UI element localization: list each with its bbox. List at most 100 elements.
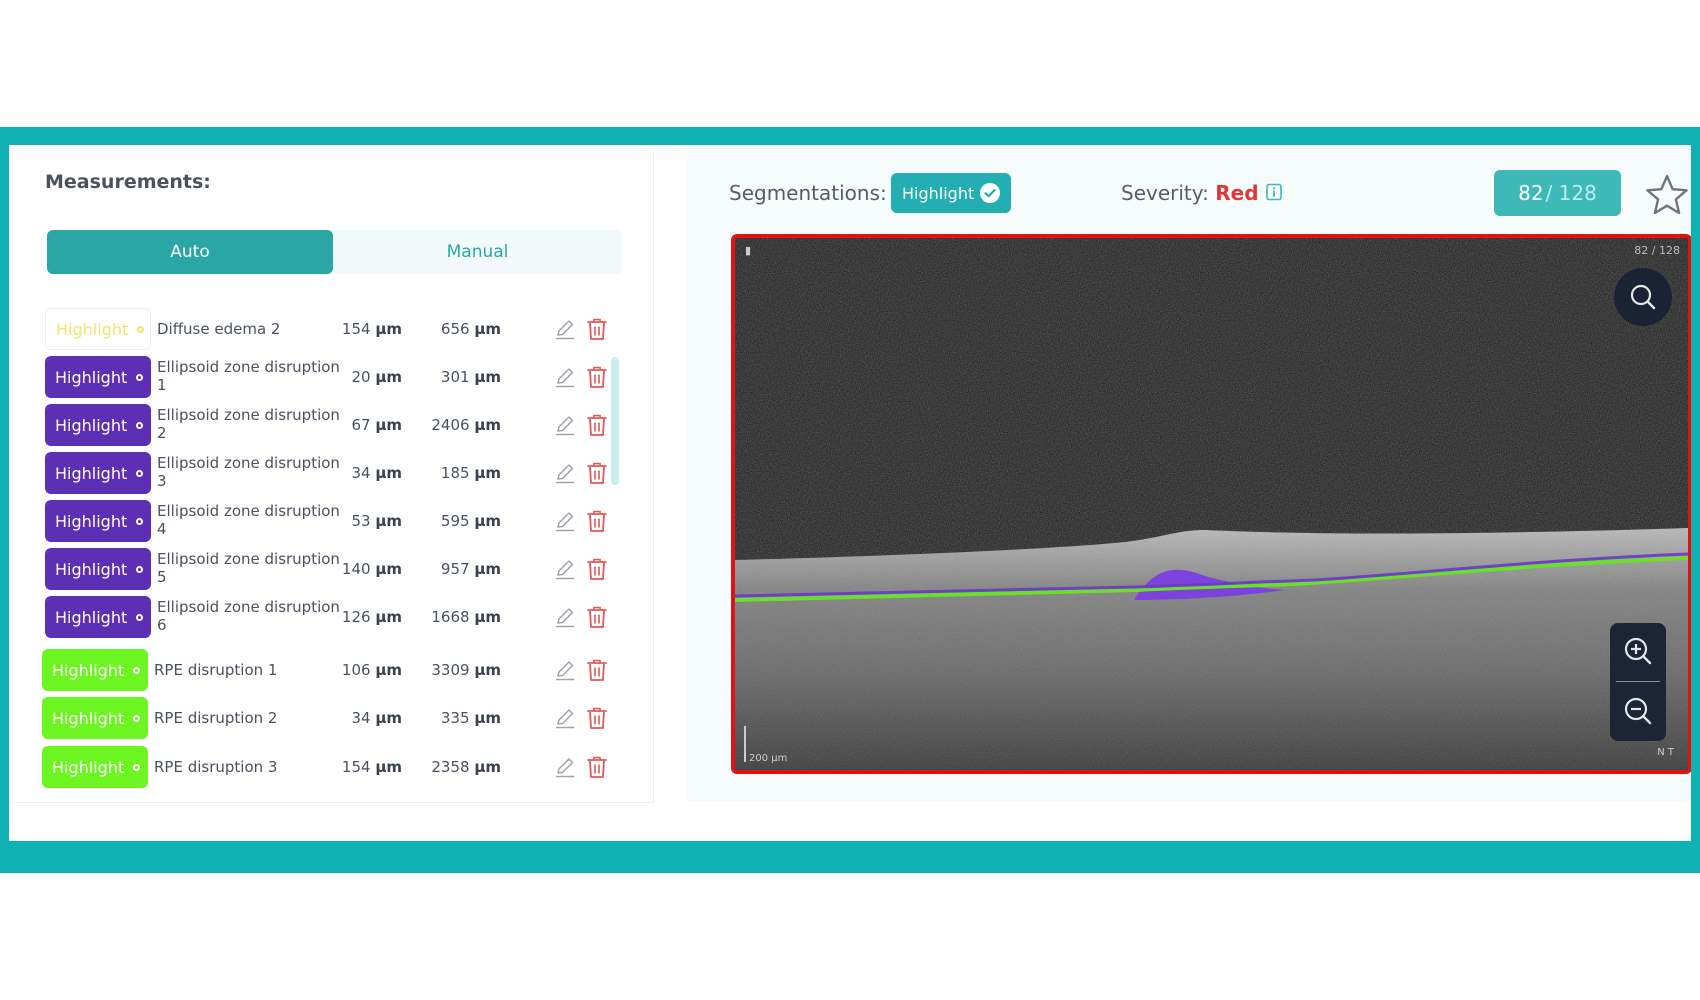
trash-icon[interactable] xyxy=(586,755,608,779)
highlight-button[interactable]: Highlight xyxy=(42,697,148,739)
highlight-label: Highlight xyxy=(55,559,128,579)
oct-marker: ▮ xyxy=(745,244,752,257)
trash-icon[interactable] xyxy=(586,706,608,730)
image-search-button[interactable] xyxy=(1614,268,1672,326)
measurement-name: Ellipsoid zone disruption 4 xyxy=(157,502,340,538)
highlight-label: Highlight xyxy=(56,319,129,339)
pencil-icon[interactable] xyxy=(554,659,576,681)
trash-icon[interactable] xyxy=(586,509,608,533)
width-unit: µm xyxy=(474,709,501,727)
star-icon[interactable] xyxy=(1645,173,1689,217)
measurement-height: 20 µm xyxy=(351,368,402,386)
measurement-row: Highlight RPE disruption 1 106 µm 3309 µm xyxy=(9,649,629,693)
auto-tab[interactable]: Auto xyxy=(47,230,333,274)
highlight-label: Highlight xyxy=(55,463,128,483)
trash-icon[interactable] xyxy=(586,317,608,341)
zoom-in-button[interactable] xyxy=(1610,623,1666,679)
highlight-label: Highlight xyxy=(52,708,125,728)
slice-counter: 82 / 128 xyxy=(1494,170,1621,216)
highlight-button[interactable]: Highlight xyxy=(45,548,151,590)
highlight-dot-icon xyxy=(133,763,141,771)
width-unit: µm xyxy=(474,661,501,679)
measurement-height: 126 µm xyxy=(342,608,402,626)
width-unit: µm xyxy=(474,560,501,578)
highlight-button[interactable]: Highlight xyxy=(45,356,151,398)
width-unit: µm xyxy=(474,320,501,338)
measurement-width: 335 µm xyxy=(441,709,501,727)
info-icon[interactable] xyxy=(1266,183,1282,201)
measurement-width: 595 µm xyxy=(441,512,501,530)
highlight-button[interactable]: Highlight xyxy=(45,596,151,638)
scale-label: 200 µm xyxy=(749,753,788,764)
width-value: 2358 xyxy=(431,758,470,776)
severity-value: Red xyxy=(1215,181,1259,205)
trash-icon[interactable] xyxy=(586,365,608,389)
measurement-height: 106 µm xyxy=(342,661,402,679)
pencil-icon[interactable] xyxy=(554,707,576,729)
segmentations-label: Segmentations: xyxy=(729,181,887,205)
width-unit: µm xyxy=(474,758,501,776)
pencil-icon[interactable] xyxy=(554,462,576,484)
zoom-divider xyxy=(1616,681,1660,682)
pencil-icon[interactable] xyxy=(554,606,576,628)
width-unit: µm xyxy=(474,416,501,434)
height-value: 106 xyxy=(341,661,371,679)
height-unit: µm xyxy=(375,709,402,727)
highlight-label: Highlight xyxy=(55,607,128,627)
zoom-controls xyxy=(1610,623,1666,741)
highlight-label: Highlight xyxy=(55,415,128,435)
highlight-button[interactable]: Highlight xyxy=(42,649,148,691)
highlight-button[interactable]: Highlight xyxy=(45,452,151,494)
width-unit: µm xyxy=(474,368,501,386)
measurement-width: 656 µm xyxy=(441,320,501,338)
trash-icon[interactable] xyxy=(586,658,608,682)
measurement-row: Highlight Diffuse edema 2 154 µm 656 µm xyxy=(9,308,629,352)
height-value: 154 xyxy=(341,758,371,776)
measurement-width: 185 µm xyxy=(441,464,501,482)
height-value: 34 xyxy=(351,709,371,727)
severity-label-text: Severity: xyxy=(1121,181,1209,205)
measurement-height: 34 µm xyxy=(351,464,402,482)
height-value: 67 xyxy=(351,416,371,434)
width-value: 2406 xyxy=(431,416,470,434)
pencil-icon[interactable] xyxy=(554,366,576,388)
width-value: 185 xyxy=(440,464,470,482)
manual-tab[interactable]: Manual xyxy=(333,230,622,274)
trash-icon[interactable] xyxy=(586,605,608,629)
zoom-out-button[interactable] xyxy=(1610,683,1666,739)
segmentations-badge-label: Highlight xyxy=(902,183,975,203)
pencil-icon[interactable] xyxy=(554,414,576,436)
highlight-button[interactable]: Highlight xyxy=(45,500,151,542)
pencil-icon[interactable] xyxy=(554,558,576,580)
check-circle-icon xyxy=(980,183,1000,203)
highlight-dot-icon xyxy=(136,373,144,381)
pencil-icon[interactable] xyxy=(554,318,576,340)
width-value: 656 xyxy=(440,320,470,338)
width-value: 595 xyxy=(440,512,470,530)
trash-icon[interactable] xyxy=(586,413,608,437)
oct-image-viewer[interactable]: ▮ 82 / 128 200 µm N T xyxy=(731,234,1691,774)
highlight-button[interactable]: Highlight xyxy=(45,404,151,446)
highlight-dot-icon xyxy=(136,565,144,573)
height-value: 20 xyxy=(351,368,371,386)
highlight-button[interactable]: Highlight xyxy=(45,308,151,350)
highlight-button[interactable]: Highlight xyxy=(42,746,148,788)
scale-bar xyxy=(744,726,746,762)
trash-icon[interactable] xyxy=(586,557,608,581)
pencil-icon[interactable] xyxy=(554,756,576,778)
height-value: 53 xyxy=(351,512,371,530)
height-value: 154 xyxy=(341,320,371,338)
highlight-dot-icon xyxy=(136,613,144,621)
viewer-panel: Segmentations: Highlight Severity: Red 8… xyxy=(687,145,1691,801)
trash-icon[interactable] xyxy=(586,461,608,485)
width-value: 3309 xyxy=(431,661,470,679)
segmentations-highlight-button[interactable]: Highlight xyxy=(891,173,1011,213)
measurement-row: Highlight Ellipsoid zone disruption 5 140 … xyxy=(9,548,629,592)
measurement-width: 1668 µm xyxy=(431,608,501,626)
width-unit: µm xyxy=(474,512,501,530)
highlight-label: Highlight xyxy=(55,511,128,531)
list-scrollbar[interactable] xyxy=(611,357,619,485)
width-unit: µm xyxy=(474,464,501,482)
pencil-icon[interactable] xyxy=(554,510,576,532)
height-unit: µm xyxy=(375,758,402,776)
